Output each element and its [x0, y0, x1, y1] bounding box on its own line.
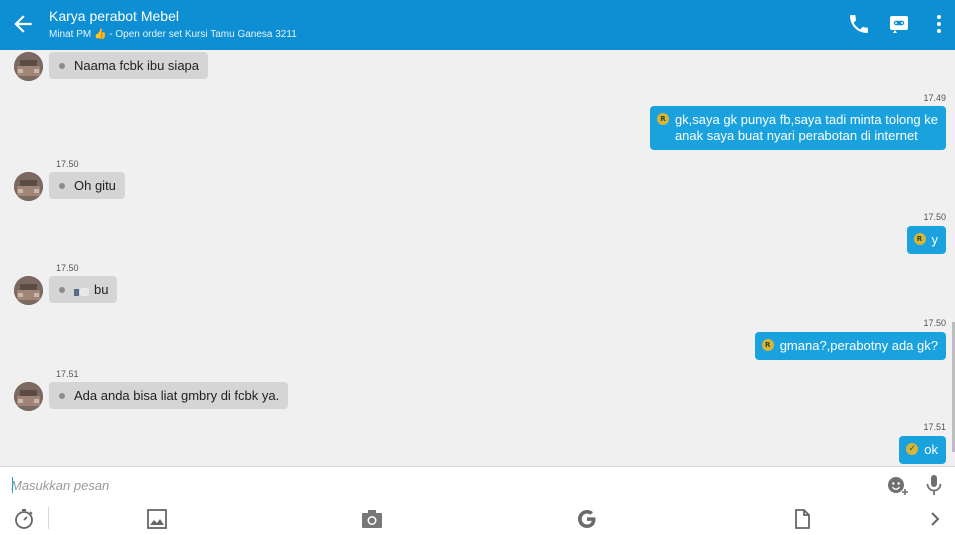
- message-time: 17.50: [56, 159, 79, 169]
- compose-bar: [0, 466, 955, 535]
- contact-name[interactable]: Karya perabot Mebel: [49, 8, 179, 24]
- timer-icon[interactable]: [12, 507, 36, 531]
- message-text: bu: [94, 282, 109, 297]
- avatar[interactable]: [14, 172, 43, 201]
- message-time: 17.49: [923, 93, 946, 103]
- message-bubble-outgoing[interactable]: R y: [906, 226, 946, 254]
- message-text: Oh gitu: [74, 178, 116, 193]
- image-icon[interactable]: [145, 507, 169, 531]
- message-bubble-incoming[interactable]: Oh gitu: [49, 172, 125, 199]
- message-text: y: [931, 232, 939, 247]
- message-text: Ada anda bisa liat gmbry di fcbk ya.: [74, 388, 280, 403]
- message-text-line: gk,saya gk punya fb,saya tadi minta tolo…: [674, 112, 938, 127]
- message-time: 17.51: [56, 369, 79, 379]
- google-icon[interactable]: [575, 507, 599, 531]
- message-time: 17.50: [923, 212, 946, 222]
- contact-status: Minat PM 👍 - Open order set Kursi Tamu G…: [49, 29, 297, 40]
- phone-icon[interactable]: [847, 12, 871, 36]
- more-vert-icon[interactable]: [927, 12, 951, 36]
- message-text: Naama fcbk ibu siapa: [74, 58, 200, 73]
- thumbs-up-emoji-icon: [74, 287, 89, 296]
- chevron-right-icon[interactable]: [923, 507, 947, 531]
- file-icon[interactable]: [790, 507, 814, 531]
- avatar[interactable]: [14, 382, 43, 411]
- avatar[interactable]: [14, 52, 43, 81]
- message-time: 17.50: [56, 263, 79, 273]
- message-bubble-incoming[interactable]: Naama fcbk ibu siapa: [49, 52, 209, 79]
- message-list[interactable]: Naama fcbk ibu siapa 17.49 R gk,saya gk …: [0, 50, 955, 466]
- toolbar-divider: [48, 507, 49, 529]
- message-bubble-outgoing[interactable]: ✓ ok: [899, 436, 946, 464]
- status-dot-icon: [59, 183, 65, 189]
- video-call-icon[interactable]: [887, 12, 911, 36]
- message-bubble-incoming[interactable]: Ada anda bisa liat gmbry di fcbk ya.: [49, 382, 289, 409]
- check-badge-icon: ✓: [906, 443, 919, 455]
- message-bubble-outgoing[interactable]: R gmana?,perabotny ada gk?: [754, 332, 946, 360]
- status-dot-icon: [59, 63, 65, 69]
- message-bubble-outgoing[interactable]: R gk,saya gk punya fb,saya tadi minta to…: [649, 106, 946, 150]
- message-time: 17.50: [923, 318, 946, 328]
- message-input[interactable]: [11, 474, 871, 496]
- status-dot-icon: [59, 287, 65, 293]
- text-caret: [12, 477, 13, 493]
- avatar[interactable]: [14, 276, 43, 305]
- sender-badge-icon: R: [913, 233, 926, 245]
- emoji-add-icon[interactable]: [885, 473, 909, 497]
- sender-badge-icon: R: [761, 339, 774, 351]
- sender-badge-icon: R: [656, 113, 669, 125]
- message-text: gmana?,perabotny ada gk?: [779, 338, 938, 353]
- chat-header: Karya perabot Mebel Minat PM 👍 - Open or…: [0, 0, 955, 50]
- status-dot-icon: [59, 393, 65, 399]
- microphone-icon[interactable]: [922, 473, 946, 497]
- message-text: ok: [924, 442, 938, 457]
- back-arrow-icon[interactable]: [10, 11, 36, 37]
- camera-icon[interactable]: [360, 507, 384, 531]
- message-text-line: anak saya buat nyari perabotan di intern…: [674, 128, 918, 143]
- message-bubble-incoming[interactable]: bu: [49, 276, 118, 303]
- message-time: 17.51: [923, 422, 946, 432]
